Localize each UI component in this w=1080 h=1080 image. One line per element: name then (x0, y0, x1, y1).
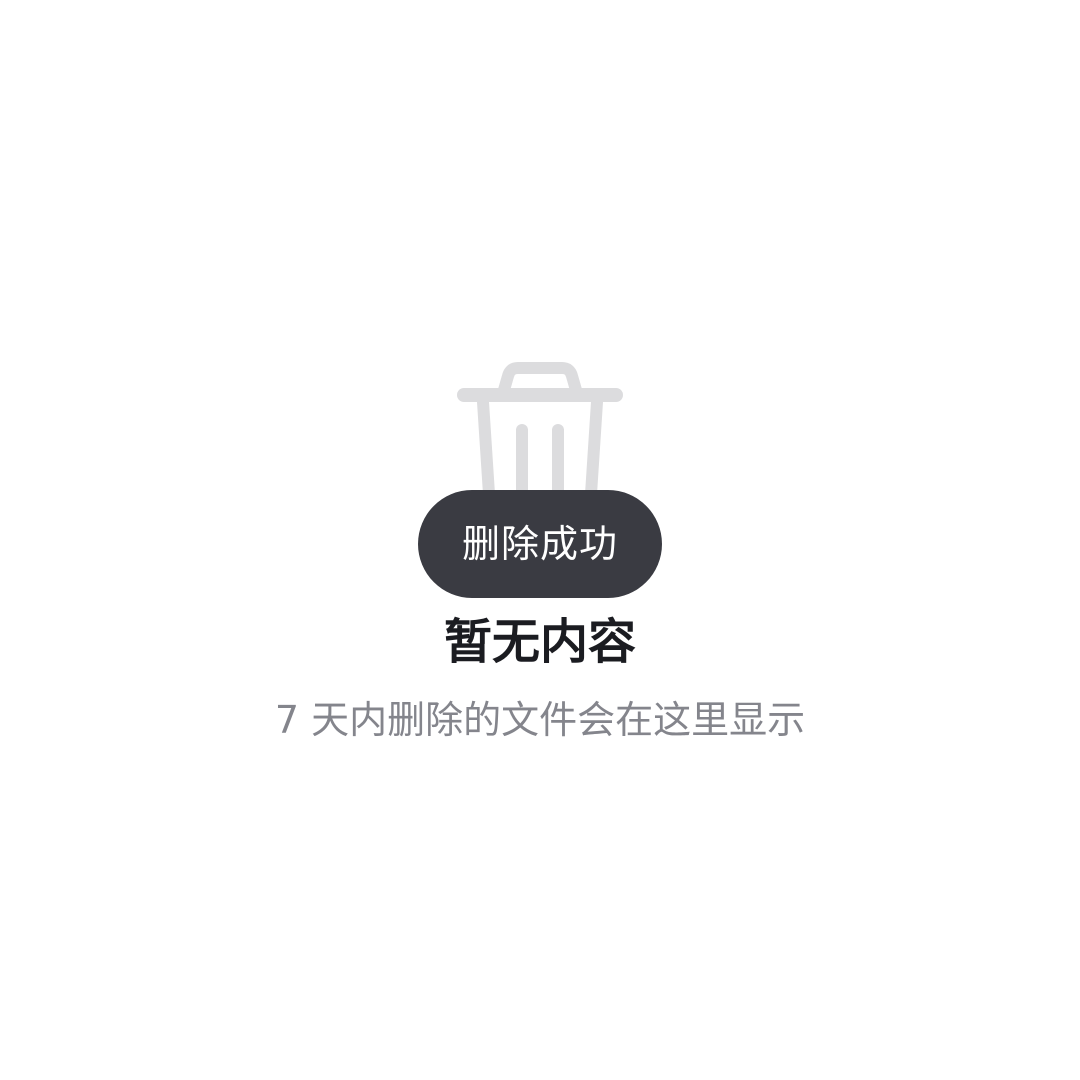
empty-state-subtitle: 7 天内删除的文件会在这里显示 (274, 698, 806, 742)
toast-message: 删除成功 (461, 522, 618, 566)
recycle-bin-empty-page: 删除成功 暂无内容 7 天内删除的文件会在这里显示 (0, 0, 1080, 1080)
empty-state-title: 暂无内容 (443, 614, 636, 670)
toast-notification: 删除成功 (418, 490, 662, 598)
trash-icon (457, 362, 623, 500)
